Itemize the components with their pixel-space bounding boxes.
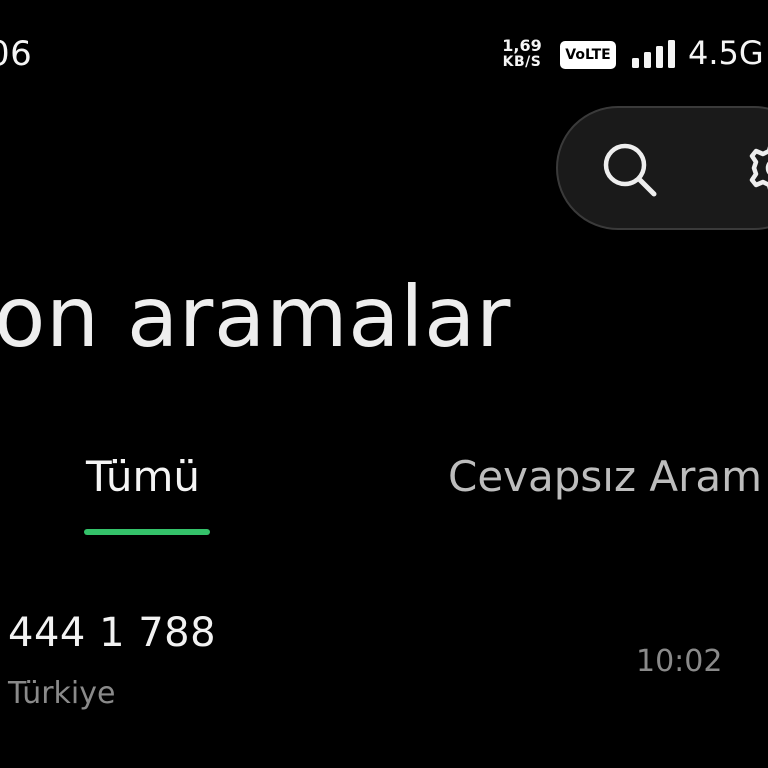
status-time: 06 bbox=[0, 34, 33, 74]
call-log-item[interactable]: 444 1 788 Türkiye 10:02 bbox=[0, 596, 768, 726]
search-icon[interactable] bbox=[598, 138, 660, 200]
tab-all[interactable]: Tümü bbox=[86, 452, 200, 501]
network-speed-unit: KB/S bbox=[502, 54, 542, 70]
network-type: 4.5G bbox=[688, 34, 764, 72]
network-speed: 1,69 KB/S bbox=[496, 36, 548, 71]
signal-bar bbox=[644, 52, 651, 68]
active-tab-indicator bbox=[84, 529, 210, 535]
signal-icon bbox=[632, 40, 675, 68]
signal-bar bbox=[668, 40, 675, 68]
signal-bar bbox=[632, 58, 639, 68]
call-time: 10:02 bbox=[636, 644, 723, 679]
page-title: on aramalar bbox=[0, 268, 511, 366]
gear-icon[interactable] bbox=[746, 138, 768, 198]
signal-bar bbox=[656, 46, 663, 68]
action-pill bbox=[556, 106, 768, 230]
volte-badge: VoLTE bbox=[560, 41, 616, 69]
tab-missed-calls[interactable]: Cevapsız Aram bbox=[448, 452, 762, 501]
network-speed-value: 1,69 bbox=[502, 36, 542, 55]
recent-calls-screen: 06 1,69 KB/S VoLTE 4.5G on aramalar Tümü… bbox=[0, 0, 768, 768]
call-number: 444 1 788 bbox=[8, 610, 217, 656]
call-location: Türkiye bbox=[8, 676, 116, 711]
